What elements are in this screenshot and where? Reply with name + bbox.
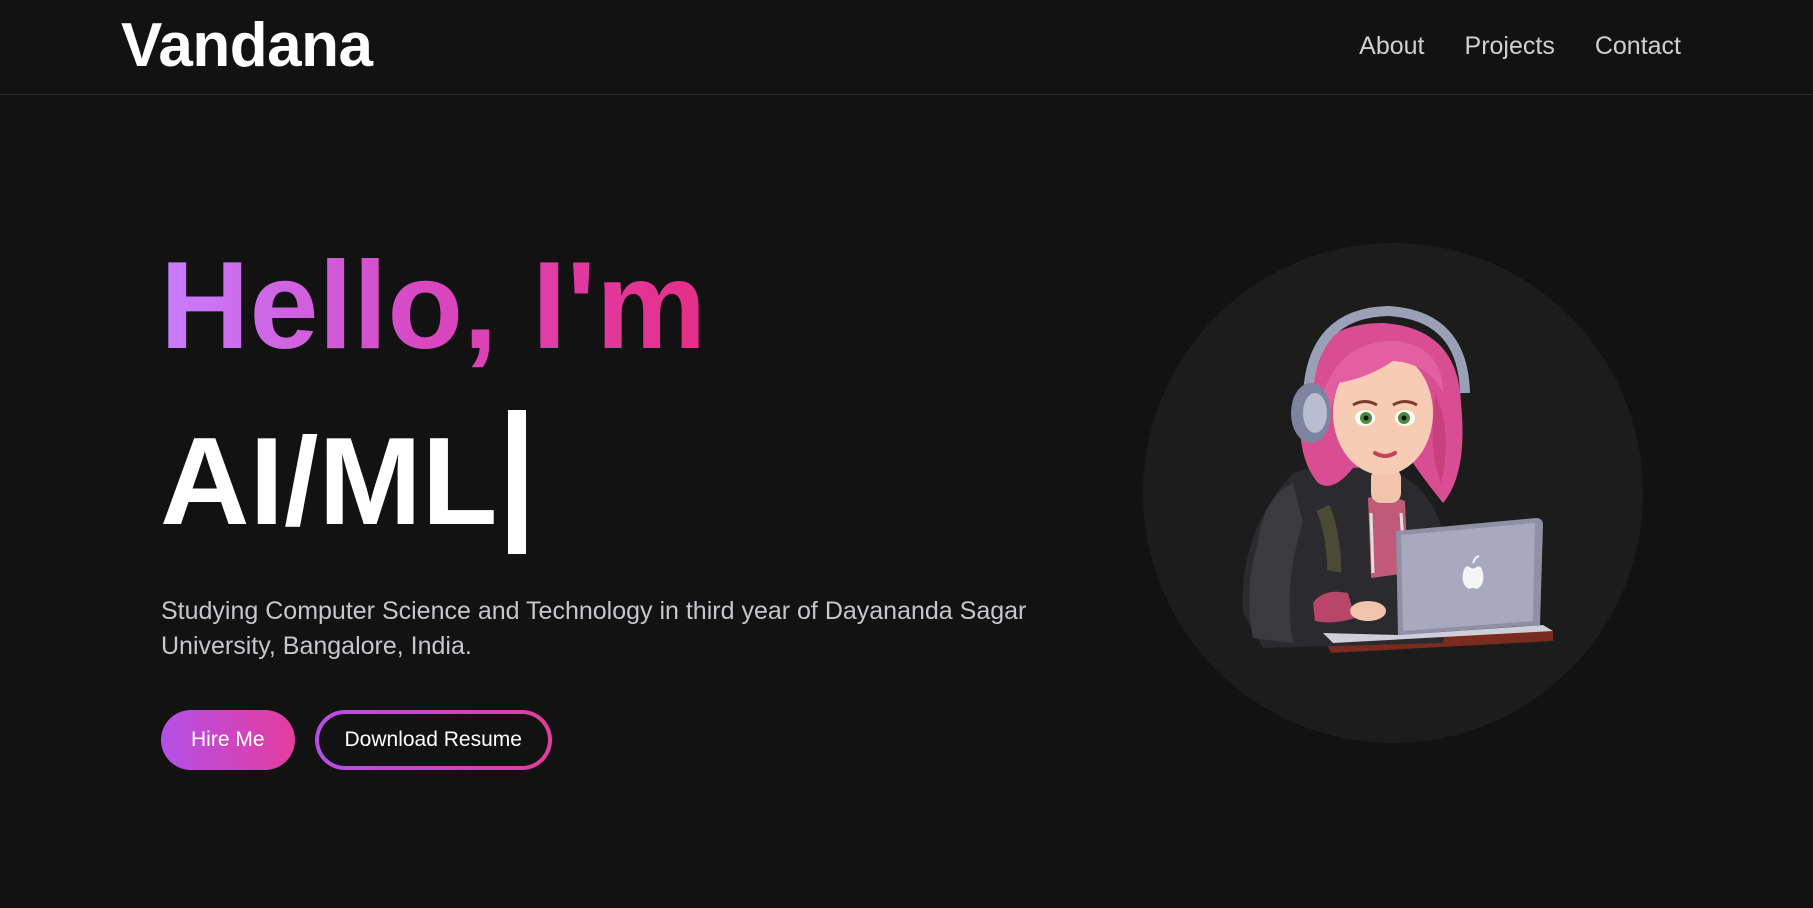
avatar-circle [1143, 243, 1643, 743]
nav-link-about[interactable]: About [1359, 28, 1424, 64]
hero-greeting: Hello, I'm [160, 237, 707, 375]
download-resume-border: Download Resume [314, 710, 552, 770]
brand-logo[interactable]: Vandana [121, 10, 373, 82]
hero-role-typing: AI/ML [160, 410, 526, 554]
hero-buttons: Hire Me Download Resume [161, 710, 552, 770]
top-navbar: Vandana About Projects Contact [0, 0, 1813, 95]
avatar-illustration-icon [1242, 305, 1553, 653]
hero-description: Studying Computer Science and Technology… [161, 597, 1027, 660]
hire-me-button[interactable]: Hire Me [161, 710, 295, 770]
download-resume-button[interactable]: Download Resume [318, 714, 548, 766]
hero-role-text: AI/ML [160, 413, 498, 551]
nav-link-projects[interactable]: Projects [1465, 28, 1555, 64]
nav-link-contact[interactable]: Contact [1595, 28, 1681, 64]
nav-links: About Projects Contact [1359, 28, 1681, 64]
typing-cursor [507, 410, 526, 554]
